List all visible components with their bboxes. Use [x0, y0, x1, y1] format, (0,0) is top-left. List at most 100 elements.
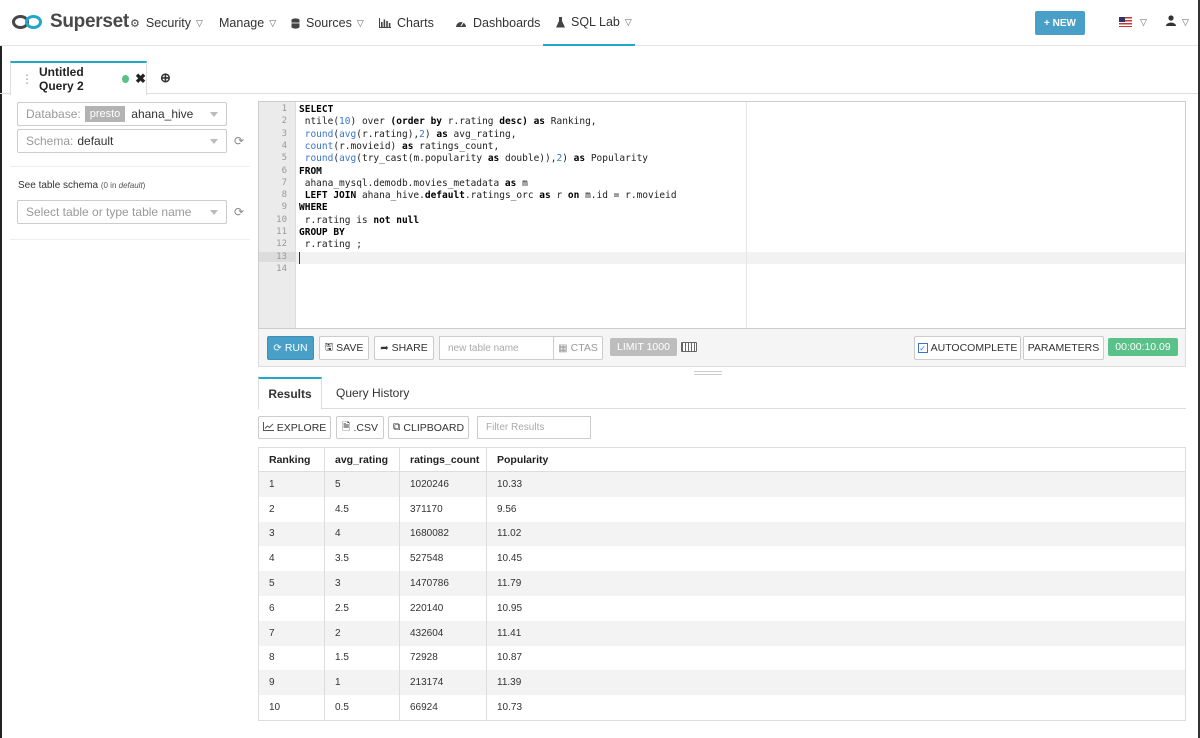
- cell-ranking: 4: [259, 546, 325, 572]
- table-schema-title-text: See table schema: [18, 180, 99, 191]
- drag-handle-icon[interactable]: ⋮: [21, 72, 33, 86]
- clipboard-label: CLIPBOARD: [403, 421, 465, 434]
- active-line-highlight: [296, 252, 1185, 264]
- line-number: 11: [276, 227, 287, 237]
- cell-popularity: 10.87: [497, 652, 523, 664]
- table-row: 2 4.5 371170 9.56: [259, 496, 1185, 522]
- clipboard-button[interactable]: ⧉ CLIPBOARD: [388, 416, 469, 439]
- tab-query-history[interactable]: Query History: [336, 377, 409, 409]
- user-chevron-down-icon[interactable]: ▽: [1182, 17, 1189, 28]
- editor-gutter: 1 2 3 4 5 6 7 8 9 10 11 12 13 14: [259, 102, 296, 328]
- refresh-icon: ⟳: [273, 342, 282, 354]
- code-line-1: SELECT: [299, 104, 334, 115]
- database-select[interactable]: Database: presto ahana_hive: [17, 102, 227, 126]
- csv-label: .CSV: [353, 421, 378, 434]
- code-line-6: FROM: [299, 165, 322, 177]
- autocomplete-label: AUTOCOMPLETE: [930, 342, 1018, 354]
- cell-ratings-count: 527548: [400, 546, 487, 572]
- run-button[interactable]: ⟳ RUN: [267, 336, 314, 360]
- text-cursor: [299, 252, 300, 264]
- nav-charts[interactable]: Charts: [379, 0, 434, 46]
- share-button[interactable]: ➦ SHARE: [374, 336, 434, 360]
- new-button[interactable]: + NEW: [1035, 11, 1085, 35]
- results-table: Ranking avg_rating ratings_count Popular…: [258, 447, 1186, 721]
- refresh-schema-icon[interactable]: ⟳: [234, 134, 244, 148]
- cell-ratings-count: 1470786: [400, 571, 487, 596]
- line-number: 2: [281, 116, 287, 127]
- column-header-ratings-count[interactable]: ratings_count: [400, 448, 487, 471]
- brand-name: Superset: [50, 11, 129, 32]
- nav-sources[interactable]: Sources ▽: [291, 0, 364, 46]
- dashboard-icon: [455, 18, 467, 28]
- cell-avg-rating: 1: [325, 670, 400, 696]
- nav-manage-label: Manage: [219, 16, 265, 30]
- table-row: 1 5 1020246 10.33: [259, 472, 1185, 497]
- parameters-label: PARAMETERS: [1027, 342, 1100, 354]
- column-header-avg-rating[interactable]: avg_rating: [325, 448, 400, 471]
- nav-sql-lab[interactable]: SQL Lab ▽: [543, 0, 635, 46]
- table-header: Ranking avg_rating ratings_count Popular…: [259, 448, 1185, 472]
- nav-security[interactable]: ⚙ Security ▽: [130, 0, 203, 46]
- refresh-tables-icon[interactable]: ⟳: [234, 205, 244, 219]
- cell-avg-rating: 1.5: [325, 645, 400, 671]
- limit-dropdown[interactable]: LIMIT 1000: [610, 338, 677, 356]
- query-timer: 00:00:10.09: [1108, 338, 1178, 356]
- explore-button[interactable]: EXPLORE: [258, 416, 331, 439]
- column-header-popularity[interactable]: Popularity: [487, 448, 1185, 471]
- nav-manage[interactable]: Manage ▽: [219, 0, 276, 46]
- query-tab[interactable]: ⋮ Untitled Query 2 ✖: [10, 61, 147, 95]
- tab-results[interactable]: Results: [258, 377, 322, 410]
- language-chevron-down-icon[interactable]: ▽: [1140, 17, 1147, 28]
- top-navbar: Superset ⚙ Security ▽ Manage ▽ Sources ▽…: [0, 0, 1200, 46]
- share-icon: ➦: [380, 342, 389, 354]
- brand[interactable]: Superset: [12, 10, 129, 34]
- line-number: 9: [281, 202, 287, 213]
- cell-ratings-count: 1020246: [400, 472, 487, 497]
- keyboard-shortcuts-icon[interactable]: [681, 342, 697, 352]
- table-select[interactable]: Select table or type table name: [17, 200, 227, 224]
- explore-label: EXPLORE: [276, 421, 327, 434]
- divider: [10, 239, 250, 240]
- new-table-name-placeholder: new table name: [448, 342, 519, 354]
- autocomplete-toggle[interactable]: ✓ AUTOCOMPLETE: [914, 336, 1021, 360]
- database-icon: [291, 17, 300, 29]
- nav-dashboards[interactable]: Dashboards: [455, 0, 540, 46]
- chevron-down-icon: ▽: [624, 16, 632, 27]
- resize-handle[interactable]: [694, 371, 722, 375]
- code-line-4: count(r.movieid) as ratings_count,: [304, 140, 500, 152]
- table-icon: ▦: [558, 342, 568, 354]
- parameters-button[interactable]: PARAMETERS: [1023, 336, 1104, 360]
- user-icon[interactable]: [1166, 15, 1176, 29]
- checkbox-checked-icon: ✓: [917, 343, 928, 353]
- superset-logo-icon: [12, 12, 44, 32]
- schema-select[interactable]: Schema: default: [17, 129, 227, 153]
- new-table-name-input[interactable]: new table name: [439, 336, 554, 360]
- ctas-button[interactable]: ▦ CTAS: [553, 336, 603, 360]
- table-row: 7 2 432604 11.41: [259, 620, 1185, 646]
- line-number: 10: [276, 214, 287, 225]
- save-button[interactable]: 🖫 SAVE: [319, 336, 369, 360]
- cell-ratings-count: 66924: [400, 695, 487, 720]
- ctas-label: CTAS: [570, 342, 598, 354]
- table-row: 6 2.5 220140 10.95: [259, 595, 1185, 621]
- cell-ratings-count: 72928: [400, 645, 487, 671]
- close-icon[interactable]: ✖: [135, 71, 146, 87]
- line-number: 3: [281, 128, 287, 139]
- us-flag-icon[interactable]: [1119, 17, 1132, 27]
- schema-value: default: [77, 134, 114, 148]
- column-header-ranking[interactable]: Ranking: [259, 448, 325, 471]
- run-label: RUN: [284, 342, 308, 354]
- add-tab-icon[interactable]: ⊕: [160, 70, 171, 86]
- table-row: 8 1.5 72928 10.87: [259, 645, 1185, 671]
- table-row: 10 0.5 66924 10.73: [259, 695, 1185, 720]
- cell-popularity: 10.73: [497, 702, 523, 714]
- sql-editor[interactable]: 1 2 3 4 5 6 7 8 9 10 11 12 13 14 SELECT …: [258, 101, 1186, 329]
- filter-results-input[interactable]: Filter Results: [477, 416, 591, 439]
- cell-popularity: 11.02: [497, 528, 522, 540]
- line-number: 12: [276, 239, 287, 250]
- cell-avg-rating: 3: [325, 571, 400, 596]
- line-number: 5: [281, 153, 287, 164]
- csv-button[interactable]: 🗎 .CSV: [336, 416, 384, 439]
- query-tab-bar: ⋮ Untitled Query 2 ✖ ⊕: [0, 58, 1200, 95]
- nav-sql-lab-label: SQL Lab: [571, 15, 620, 29]
